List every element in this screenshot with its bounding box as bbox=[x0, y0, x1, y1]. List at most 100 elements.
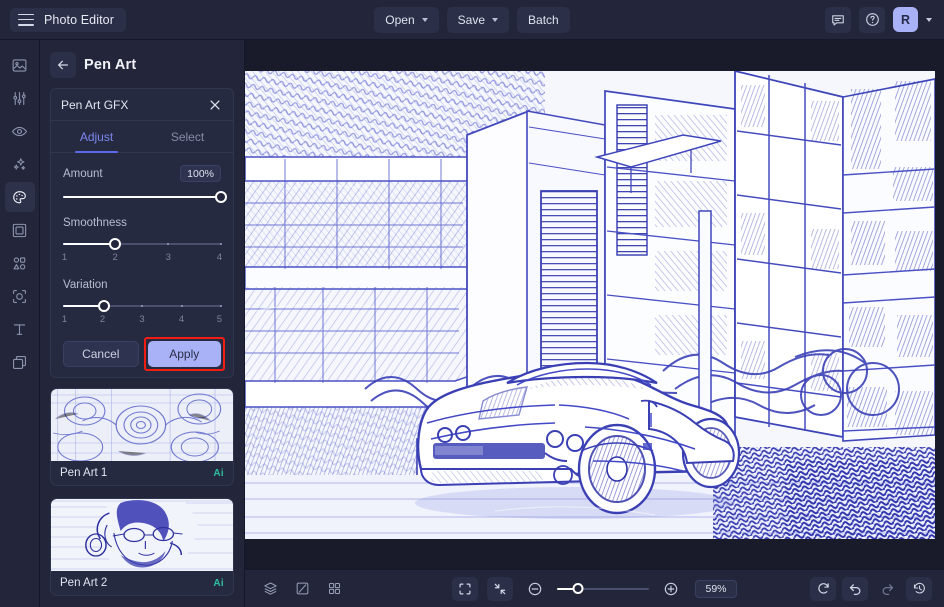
sparkles-icon bbox=[11, 156, 28, 173]
back-button[interactable] bbox=[50, 52, 76, 78]
cancel-button[interactable]: Cancel bbox=[63, 341, 139, 367]
smoothness-tick-labels: 1 2 3 4 bbox=[63, 252, 221, 265]
rail-item-text[interactable] bbox=[5, 314, 35, 344]
variation-tick-labels: 1 2 3 4 5 bbox=[63, 314, 221, 327]
avatar[interactable]: R bbox=[893, 7, 918, 32]
top-bar: Photo Editor Open Save Batch bbox=[0, 0, 944, 40]
amount-slider[interactable] bbox=[63, 191, 221, 203]
layers-button[interactable] bbox=[257, 577, 283, 601]
feedback-button[interactable] bbox=[825, 7, 851, 33]
rail-item-shapes[interactable] bbox=[5, 248, 35, 278]
save-button[interactable]: Save bbox=[447, 7, 509, 33]
effect-card-header: Pen Art GFX bbox=[51, 89, 233, 121]
tab-select[interactable]: Select bbox=[142, 121, 233, 152]
grid-view-button[interactable] bbox=[321, 577, 347, 601]
rail-item-select-subject[interactable] bbox=[5, 281, 35, 311]
top-right-actions: R bbox=[825, 7, 932, 33]
slider-tick-dot bbox=[220, 243, 222, 245]
layers-icon bbox=[263, 581, 278, 596]
bottom-left-tools bbox=[257, 577, 347, 601]
zoom-in-icon bbox=[663, 581, 679, 597]
chat-icon bbox=[831, 13, 845, 27]
rail-item-image[interactable] bbox=[5, 50, 35, 80]
effect-name: Pen Art GFX bbox=[61, 98, 128, 112]
slider-knob[interactable] bbox=[98, 300, 110, 312]
slider-tick-dot bbox=[181, 305, 183, 307]
effect-controls: Amount 100% Smoothness bbox=[51, 153, 233, 377]
grid-view-icon bbox=[327, 581, 342, 596]
variation-slider[interactable] bbox=[63, 300, 221, 312]
control-amount: Amount 100% bbox=[63, 165, 221, 203]
fit-screen-icon bbox=[458, 582, 472, 596]
compare-button[interactable] bbox=[289, 577, 315, 601]
actual-size-button[interactable] bbox=[487, 577, 513, 601]
preset-card-pen-art-2[interactable]: Pen Art 2 Ai bbox=[50, 498, 234, 596]
help-button[interactable] bbox=[859, 7, 885, 33]
batch-button[interactable]: Batch bbox=[517, 7, 570, 33]
slider-tick-dot bbox=[167, 243, 169, 245]
tick-label: 2 bbox=[100, 314, 105, 325]
chevron-down-icon[interactable] bbox=[926, 18, 932, 22]
tick-label: 5 bbox=[217, 314, 222, 325]
panel-header: Pen Art bbox=[40, 40, 244, 88]
zoom-level-value[interactable]: 59% bbox=[695, 580, 736, 598]
reset-refresh-icon bbox=[816, 581, 831, 596]
open-button[interactable]: Open bbox=[374, 7, 438, 33]
preset-card-pen-art-1[interactable]: Pen Art 1 Ai bbox=[50, 388, 234, 486]
canvas-image[interactable] bbox=[245, 71, 935, 539]
undo-button[interactable] bbox=[842, 577, 868, 601]
rail-item-effects[interactable] bbox=[5, 149, 35, 179]
tick-label: 4 bbox=[179, 314, 184, 325]
slider-knob[interactable] bbox=[109, 238, 121, 250]
amount-label: Amount bbox=[63, 168, 103, 180]
history-button[interactable] bbox=[906, 577, 932, 601]
preset-name: Pen Art 1 bbox=[60, 467, 107, 479]
top-center-actions: Open Save Batch bbox=[0, 7, 944, 33]
close-button[interactable] bbox=[207, 97, 223, 113]
zoom-out-button[interactable] bbox=[522, 577, 548, 601]
zoom-out-icon bbox=[527, 581, 543, 597]
canvas-area[interactable] bbox=[245, 40, 944, 569]
smoothness-slider[interactable] bbox=[63, 238, 221, 250]
tick-label: 3 bbox=[166, 252, 171, 263]
rail-item-adjust[interactable] bbox=[5, 83, 35, 113]
tick-label: 4 bbox=[217, 252, 222, 263]
tick-label: 3 bbox=[139, 314, 144, 325]
fit-screen-button[interactable] bbox=[452, 577, 478, 601]
tool-rail bbox=[0, 40, 40, 607]
help-circle-icon bbox=[865, 12, 880, 27]
zoom-slider[interactable] bbox=[557, 583, 649, 595]
slider-knob[interactable] bbox=[572, 583, 583, 594]
arrow-left-icon bbox=[56, 58, 70, 72]
slider-tick-dot bbox=[141, 305, 143, 307]
preset-footer: Pen Art 1 Ai bbox=[51, 461, 233, 485]
app-menu-button[interactable]: Photo Editor bbox=[10, 8, 126, 32]
preset-thumbnail bbox=[51, 389, 233, 461]
slider-knob[interactable] bbox=[215, 191, 227, 203]
open-label: Open bbox=[385, 13, 414, 27]
rail-item-preview[interactable] bbox=[5, 116, 35, 146]
rail-item-frame[interactable] bbox=[5, 215, 35, 245]
rail-item-layers[interactable] bbox=[5, 347, 35, 377]
page-title: Pen Art bbox=[84, 57, 136, 73]
preset-footer: Pen Art 2 Ai bbox=[51, 571, 233, 595]
collapse-arrows-icon bbox=[493, 582, 507, 596]
control-variation: Variation 1 2 3 bbox=[63, 279, 221, 327]
hamburger-icon bbox=[18, 14, 34, 26]
tab-adjust[interactable]: Adjust bbox=[51, 121, 142, 152]
redo-button[interactable] bbox=[874, 577, 900, 601]
preset-list: Pen Art 1 Ai bbox=[40, 378, 244, 606]
tick-label: 2 bbox=[112, 252, 117, 263]
adjust-sliders-icon bbox=[11, 90, 28, 107]
ai-badge: Ai bbox=[213, 468, 224, 479]
tick-label: 1 bbox=[62, 314, 67, 325]
compare-split-icon bbox=[295, 581, 310, 596]
chevron-down-icon bbox=[492, 18, 498, 22]
chevron-down-icon bbox=[422, 18, 428, 22]
rail-item-artistic[interactable] bbox=[5, 182, 35, 212]
control-smoothness: Smoothness 1 2 3 bbox=[63, 217, 221, 265]
reset-button[interactable] bbox=[810, 577, 836, 601]
smoothness-label: Smoothness bbox=[63, 217, 127, 229]
apply-button[interactable]: Apply bbox=[148, 341, 222, 367]
zoom-in-button[interactable] bbox=[658, 577, 684, 601]
